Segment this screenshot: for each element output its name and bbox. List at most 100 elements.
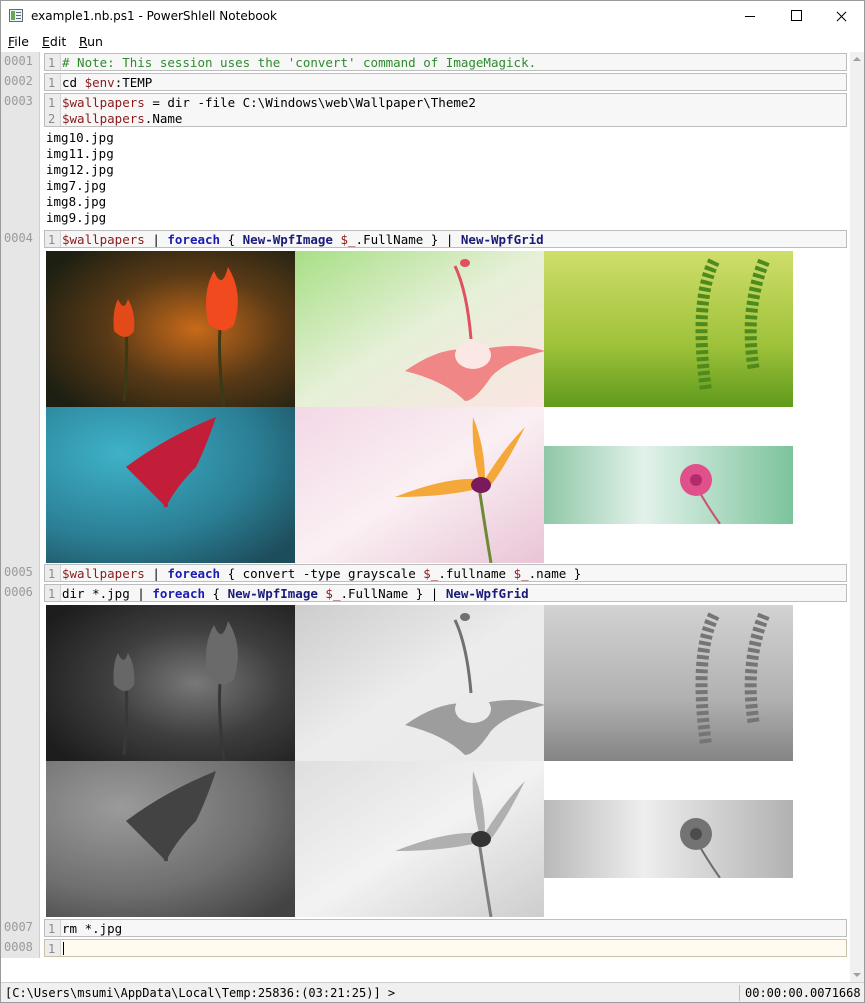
cell-gutter: 0006 (1, 583, 40, 918)
cell-number: 0004 (4, 231, 33, 245)
cell-editor[interactable]: 1 $wallpapers | foreach { New-WpfImage $… (44, 230, 847, 248)
line-number: 1 (48, 567, 56, 581)
code-token: | (144, 566, 168, 581)
grayscale-image (295, 605, 544, 761)
text-caret (63, 942, 64, 955)
code-line: 2 $wallpapers.Name (45, 111, 846, 127)
menu-edit[interactable]: Edit (42, 34, 66, 49)
maximize-icon[interactable] (773, 1, 819, 32)
title-bar[interactable]: example1.nb.ps1 - PowerShlell Notebook (1, 1, 864, 32)
code-line: 1 # Note: This session uses the 'convert… (45, 55, 846, 71)
notebook-window: example1.nb.ps1 - PowerShlell Notebook F… (0, 0, 865, 1003)
cell-editor[interactable]: 1 $wallpapers = dir -file C:\Windows\web… (44, 93, 847, 127)
cell-number: 0007 (4, 920, 33, 934)
image-grid (46, 251, 795, 563)
code-token: $_ (340, 232, 356, 247)
grayscale-image (544, 605, 793, 761)
cell-number: 0005 (4, 565, 33, 579)
line-number: 1 (48, 56, 56, 70)
cell-editor[interactable]: 1 # Note: This session uses the 'convert… (44, 53, 847, 71)
wallpaper-image (46, 251, 295, 407)
cell-editor[interactable]: 1 rm *.jpg (44, 919, 847, 937)
notebook-cell: 0003 1 $wallpapers = dir -file C:\Window… (1, 92, 848, 229)
wallpaper-image (295, 251, 544, 407)
app-icon (9, 9, 23, 22)
line-number: 1 (48, 922, 56, 936)
menu-bar: File Edit Run (1, 32, 864, 52)
grayscale-image (46, 605, 295, 761)
line-number: 1 (48, 233, 56, 247)
wallpaper-image (544, 251, 793, 407)
menu-run[interactable]: Run (79, 34, 103, 49)
notebook-cell: 0002 1 cd $env:TEMP (1, 72, 848, 92)
code-token: $wallpapers (62, 111, 145, 126)
cell-number: 0003 (4, 94, 33, 108)
cell-number: 0006 (4, 585, 33, 599)
cell-gutter: 0002 (1, 72, 40, 92)
code-token: { (205, 586, 228, 601)
code-token: New-WpfGrid (445, 586, 529, 601)
code-token: $env (84, 75, 115, 90)
code-token: = dir -file C:\Windows\web\Wallpaper\The… (144, 95, 476, 110)
cell-editor[interactable]: 1 cd $env:TEMP (44, 73, 847, 91)
code-line: 1 cd $env:TEMP (45, 75, 846, 91)
cell-editor[interactable]: 1 $wallpapers | foreach { convert -type … (44, 564, 847, 582)
output-line: img10.jpg (46, 130, 114, 145)
scroll-down-icon[interactable] (853, 973, 861, 977)
vertical-scrollbar[interactable] (850, 52, 864, 982)
code-token: foreach (167, 232, 221, 247)
wallpaper-image (544, 446, 793, 524)
menu-file[interactable]: File (8, 34, 29, 49)
code-token: $_ (325, 586, 341, 601)
output-line: img8.jpg (46, 194, 107, 209)
code-token: rm *.jpg (62, 921, 123, 936)
code-token: New-WpfImage (227, 586, 318, 601)
status-bar: [C:\Users\msumi\AppData\Local\Temp:25836… (1, 982, 864, 1002)
cell-editor[interactable]: 1 dir *.jpg | foreach { New-WpfImage $_.… (44, 584, 847, 602)
cell-gutter: 0008 (1, 938, 40, 958)
code-line: 1 dir *.jpg | foreach { New-WpfImage $_.… (45, 586, 846, 602)
cell-gutter: 0001 (1, 52, 40, 72)
code-token: $wallpapers (62, 95, 145, 110)
line-number: 1 (48, 96, 56, 110)
cell-gutter: 0004 (1, 229, 40, 563)
line-number: 1 (48, 76, 56, 90)
output-line: img12.jpg (46, 162, 114, 177)
code-line: 1 $wallpapers = dir -file C:\Windows\web… (45, 95, 846, 111)
cell-gutter: 0005 (1, 563, 40, 583)
line-number: 1 (48, 587, 56, 601)
code-token: .fullname (438, 566, 514, 581)
output-line: img9.jpg (46, 210, 107, 225)
code-token: .Name (144, 111, 183, 126)
cell-gutter: 0007 (1, 918, 40, 938)
code-token: | (144, 232, 168, 247)
code-token: foreach (152, 586, 205, 601)
code-token: $wallpapers (62, 566, 145, 581)
cell-gutter: 0003 (1, 92, 40, 229)
code-token: cd (62, 75, 85, 90)
notebook-cell: 0008 1 (1, 938, 848, 958)
notebook-cell: 0004 1 $wallpapers | foreach { New-WpfIm… (1, 229, 848, 563)
cell-number: 0008 (4, 940, 33, 954)
status-divider (739, 985, 740, 1001)
code-token: $_ (513, 566, 529, 581)
output-line: img11.jpg (46, 146, 114, 161)
close-icon[interactable] (818, 1, 864, 32)
status-elapsed-time: 00:00:00.0071668 (745, 986, 861, 1000)
code-token: dir *.jpg | (62, 586, 153, 601)
notebook-cell: 0005 1 $wallpapers | foreach { convert -… (1, 563, 848, 583)
status-path: [C:\Users\msumi\AppData\Local\Temp:25836… (5, 986, 396, 1000)
code-token: New-WpfImage (242, 232, 333, 247)
code-token: { (220, 232, 243, 247)
minimize-icon[interactable] (727, 1, 773, 32)
grayscale-image (46, 761, 295, 917)
code-token: $_ (423, 566, 439, 581)
code-token: foreach (167, 566, 221, 581)
window-title: example1.nb.ps1 - PowerShlell Notebook (31, 9, 277, 23)
code-token: :TEMP (114, 75, 153, 90)
notebook-content[interactable]: 0001 1 # Note: This session uses the 'co… (1, 52, 850, 982)
code-token: .name } (528, 566, 582, 581)
notebook-cell: 0001 1 # Note: This session uses the 'co… (1, 52, 848, 72)
active-cell-editor[interactable]: 1 (44, 939, 847, 957)
scroll-up-icon[interactable] (853, 57, 861, 61)
